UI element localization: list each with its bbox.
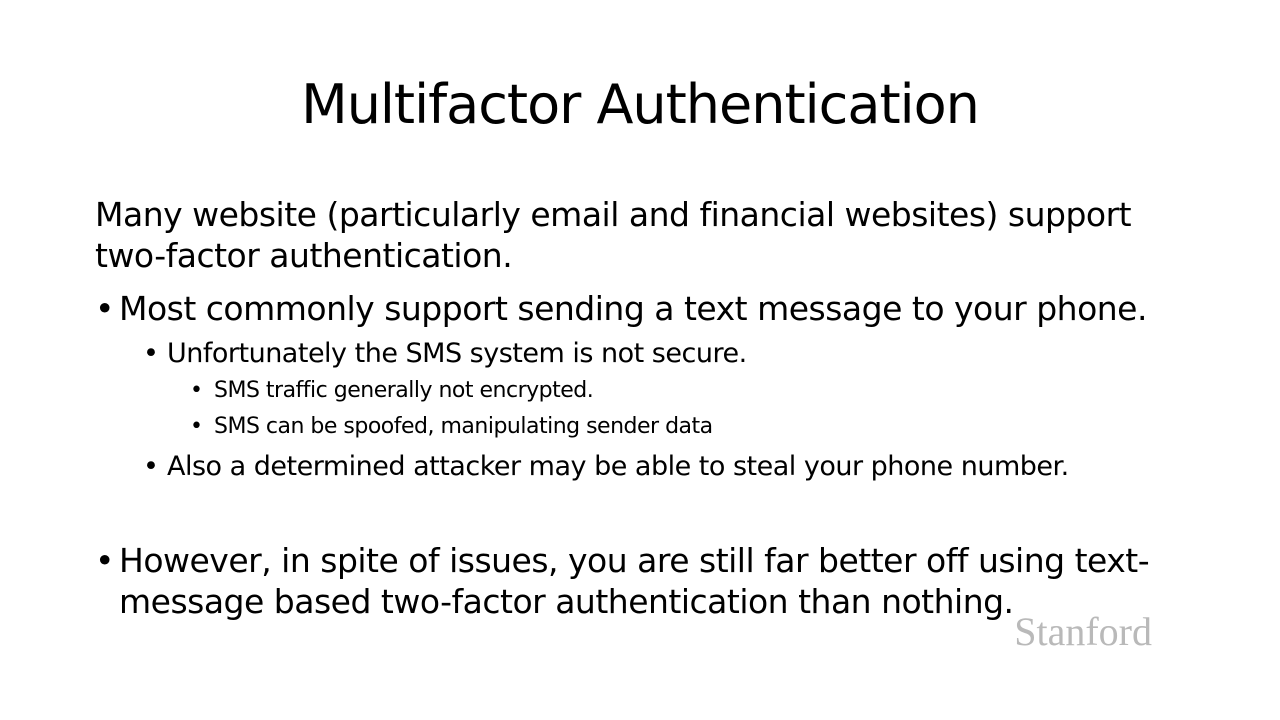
bullet-text: Unfortunately the SMS system is not secu… (167, 338, 747, 369)
intro-paragraph: Many website (particularly email and fin… (95, 195, 1132, 275)
stanford-watermark: Stanford (1014, 609, 1152, 654)
bullet-dot: • (190, 414, 203, 439)
bullet-dot: • (143, 338, 159, 369)
bullet-dot: • (190, 378, 203, 403)
bullet-text: SMS traffic generally not encrypted. (214, 378, 594, 403)
bullet-dot: • (95, 289, 114, 328)
bullet-dot: • (143, 451, 159, 482)
slide-title: Multifactor Authentication (301, 73, 980, 136)
bullet-text: Also a determined attacker may be able t… (167, 451, 1069, 482)
bullet-dot: • (95, 541, 114, 580)
bullet-text: Most commonly support sending a text mes… (119, 289, 1147, 328)
bullet-text: SMS can be spoofed, manipulating sender … (214, 414, 713, 439)
